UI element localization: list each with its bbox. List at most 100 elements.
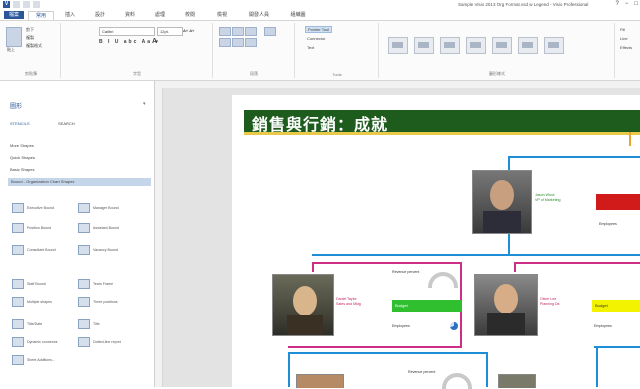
bullets-icon[interactable] bbox=[264, 27, 276, 36]
align-right-icon[interactable] bbox=[245, 38, 257, 47]
shape-style-1[interactable] bbox=[388, 37, 408, 54]
vertical-ruler[interactable] bbox=[155, 88, 163, 387]
shape-manager[interactable]: Manager Bound bbox=[78, 203, 119, 213]
sheet-additions-icon bbox=[12, 355, 24, 365]
redo-icon[interactable] bbox=[33, 1, 40, 8]
shape-label: Team Frame bbox=[93, 282, 114, 286]
top-person-name: Jason Wicol VP of Marketing bbox=[535, 193, 561, 202]
line-button[interactable]: Line bbox=[620, 36, 628, 41]
stencil-basic-shapes[interactable]: Basic Shapes bbox=[10, 167, 34, 172]
drawing-page[interactable] bbox=[232, 95, 640, 387]
tab-data[interactable]: 資料 bbox=[120, 11, 140, 19]
shape-staff[interactable]: Staff Bound bbox=[12, 279, 46, 289]
shape-title-date[interactable]: Title/Date bbox=[12, 319, 42, 329]
tab-review[interactable]: 校閱 bbox=[180, 11, 200, 19]
font-style-buttons[interactable]: B I U abc Aa ▾ bbox=[99, 39, 160, 45]
tab-file[interactable]: 檔案 bbox=[4, 11, 24, 19]
shape-style-3[interactable] bbox=[440, 37, 460, 54]
shape-label: Multiple shapes bbox=[27, 300, 52, 304]
help-button[interactable]: ? bbox=[616, 1, 619, 7]
align-center-icon[interactable] bbox=[232, 38, 244, 47]
shape-label: Three positions bbox=[93, 300, 118, 304]
maximize-button[interactable]: □ bbox=[634, 1, 638, 7]
paste-icon[interactable] bbox=[6, 27, 22, 47]
pane-menu-icon[interactable]: ▾ bbox=[143, 101, 146, 107]
person-photo[interactable] bbox=[272, 274, 334, 336]
font-group-label: 字型 bbox=[133, 71, 141, 76]
ribbon-tabs: 檔案 常用 插入 設計 資料 處理 校閱 檢視 開發人員 組織圖 bbox=[0, 10, 640, 21]
shape-dotted-line[interactable]: Dotted-line report bbox=[78, 337, 121, 347]
font-size-select[interactable]: 12pt. bbox=[157, 27, 183, 36]
tab-insert[interactable]: 插入 bbox=[60, 11, 80, 19]
shape-consultant[interactable]: Consultant Bound bbox=[12, 245, 56, 255]
cut-button[interactable]: 剪下 bbox=[26, 27, 34, 33]
shape-label: Manager Bound bbox=[93, 206, 119, 210]
employees-pie-icon bbox=[450, 322, 458, 330]
stencil-more-shapes[interactable]: More Shapes bbox=[10, 143, 34, 148]
effects-button[interactable]: Effects bbox=[620, 45, 632, 50]
tools-group: Pointer Tool Connector Text Tools bbox=[296, 23, 379, 78]
connector-line bbox=[288, 352, 488, 354]
staff-shape-icon bbox=[12, 279, 24, 289]
employees-label: Employees bbox=[599, 222, 617, 226]
person-photo[interactable] bbox=[498, 374, 536, 388]
tools-group-label: Tools bbox=[332, 72, 342, 77]
tab-developer[interactable]: 開發人員 bbox=[244, 11, 274, 19]
font-group: Calibri 12pt. A˄ A˅ B I U abc Aa ▾ A 字型 bbox=[62, 23, 213, 78]
minimize-button[interactable]: − bbox=[625, 1, 629, 7]
person-portrait-icon bbox=[287, 286, 323, 335]
left-person-name: Daniel Taylor Sales and Mktg bbox=[336, 297, 361, 306]
shape-label: Title/Date bbox=[27, 322, 43, 326]
person-photo[interactable] bbox=[474, 274, 538, 336]
shape-style-4[interactable] bbox=[466, 37, 486, 54]
shape-style-5[interactable] bbox=[492, 37, 512, 54]
tab-view[interactable]: 檢視 bbox=[212, 11, 232, 19]
shape-dynamic-connector[interactable]: Dynamic connector bbox=[12, 337, 58, 347]
tab-home[interactable]: 常用 bbox=[28, 11, 54, 20]
title-date-icon bbox=[12, 319, 24, 329]
stencil-quick-shapes[interactable]: Quick Shapes bbox=[10, 155, 35, 160]
shape-title[interactable]: Title bbox=[78, 319, 100, 329]
fill-button[interactable]: Fill bbox=[620, 27, 625, 32]
grow-font-icon[interactable]: A˄ A˅ bbox=[183, 28, 194, 33]
person-photo[interactable] bbox=[296, 374, 344, 388]
header-accent-strip bbox=[244, 132, 640, 135]
executive-shape-icon bbox=[12, 203, 24, 213]
align-middle-icon[interactable] bbox=[232, 27, 244, 36]
align-top-icon[interactable] bbox=[219, 27, 231, 36]
shape-sheet-additions[interactable]: Sheet Additions... bbox=[12, 355, 55, 365]
format-painter-button[interactable]: 複製格式 bbox=[26, 43, 42, 49]
align-bottom-icon[interactable] bbox=[245, 27, 257, 36]
undo-icon[interactable] bbox=[23, 1, 30, 8]
copy-button[interactable]: 複製 bbox=[26, 35, 34, 41]
stencil-org-chart[interactable]: Bound - Organization Chart Shapes bbox=[8, 178, 151, 186]
shape-label: Assistant Bound bbox=[93, 226, 119, 230]
shape-executive[interactable]: Executive Bound bbox=[12, 203, 54, 213]
person-photo[interactable] bbox=[472, 170, 532, 234]
shape-three-positions[interactable]: Three positions bbox=[78, 297, 118, 307]
pointer-tool-button[interactable]: Pointer Tool bbox=[305, 26, 333, 33]
align-left-icon[interactable] bbox=[219, 38, 231, 47]
save-icon[interactable] bbox=[13, 1, 20, 8]
shape-team-frame[interactable]: Team Frame bbox=[78, 279, 113, 289]
text-button[interactable]: Text bbox=[307, 45, 314, 50]
shape-label: Staff Bound bbox=[27, 282, 46, 286]
font-color-icon[interactable]: A bbox=[152, 38, 157, 45]
shape-assistant[interactable]: Assistant Bound bbox=[78, 223, 119, 233]
shape-style-7[interactable] bbox=[544, 37, 564, 54]
shape-multiple[interactable]: Multiple shapes bbox=[12, 297, 52, 307]
paste-button[interactable]: 貼上 bbox=[7, 47, 15, 53]
shape-style-6[interactable] bbox=[518, 37, 538, 54]
shape-style-2[interactable] bbox=[414, 37, 434, 54]
tab-org-chart[interactable]: 組織圖 bbox=[284, 11, 312, 19]
card-frame-line bbox=[514, 262, 516, 272]
font-family-select[interactable]: Calibri bbox=[99, 27, 155, 36]
connector-button[interactable]: Connector bbox=[307, 36, 325, 41]
clipboard-group-label: 剪貼簿 bbox=[25, 71, 37, 76]
tab-design[interactable]: 設計 bbox=[90, 11, 110, 19]
shape-position[interactable]: Position Bound bbox=[12, 223, 51, 233]
shape-vacancy[interactable]: Vacancy Bound bbox=[78, 245, 118, 255]
tab-stencils[interactable]: STENCILS bbox=[10, 121, 30, 126]
tab-search[interactable]: SEARCH bbox=[58, 121, 75, 126]
tab-process[interactable]: 處理 bbox=[150, 11, 170, 19]
